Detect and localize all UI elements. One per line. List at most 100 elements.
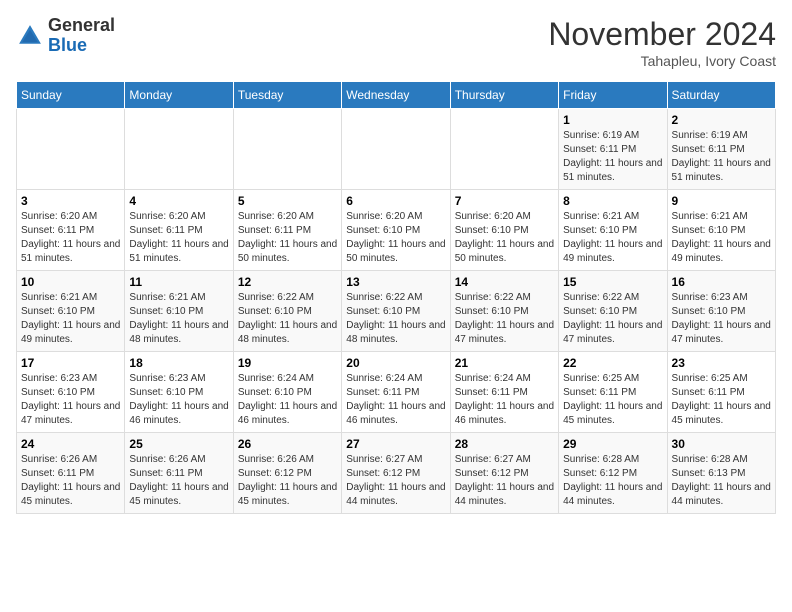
day-number: 1 bbox=[563, 113, 662, 127]
day-info: Sunrise: 6:19 AM Sunset: 6:11 PM Dayligh… bbox=[672, 129, 771, 185]
calendar-cell: 18Sunrise: 6:23 AM Sunset: 6:10 PM Dayli… bbox=[125, 352, 233, 433]
logo-blue-text: Blue bbox=[48, 35, 87, 55]
day-number: 11 bbox=[129, 275, 228, 289]
calendar-header-row: SundayMondayTuesdayWednesdayThursdayFrid… bbox=[17, 82, 776, 109]
day-number: 21 bbox=[455, 356, 554, 370]
day-info: Sunrise: 6:28 AM Sunset: 6:13 PM Dayligh… bbox=[672, 453, 771, 509]
day-number: 27 bbox=[346, 437, 445, 451]
col-header-tuesday: Tuesday bbox=[233, 82, 341, 109]
day-number: 24 bbox=[21, 437, 120, 451]
calendar-cell: 14 Sunrise: 6:22 AM Sunset: 6:10 PM Dayli… bbox=[450, 271, 558, 352]
day-info: Sunrise: 6:20 AM Sunset: 6:11 PM Dayligh… bbox=[238, 210, 337, 266]
calendar-cell: 15 Sunrise: 6:22 AM Sunset: 6:10 PM Dayli… bbox=[559, 271, 667, 352]
calendar-week-row: 17Sunrise: 6:23 AM Sunset: 6:10 PM Dayli… bbox=[17, 352, 776, 433]
col-header-saturday: Saturday bbox=[667, 82, 775, 109]
calendar-cell: 10 Sunrise: 6:21 AM Sunset: 6:10 PM Dayli… bbox=[17, 271, 125, 352]
day-info: Sunrise: 6:24 AM Sunset: 6:11 PM Dayligh… bbox=[346, 372, 445, 428]
calendar-cell: 26 Sunrise: 6:26 AM Sunset: 6:12 PM Dayli… bbox=[233, 433, 341, 514]
day-info: Sunrise: 6:21 AM Sunset: 6:10 PM Dayligh… bbox=[129, 291, 228, 347]
calendar-cell: 4Sunrise: 6:20 AM Sunset: 6:11 PM Daylig… bbox=[125, 190, 233, 271]
day-info: Sunrise: 6:21 AM Sunset: 6:10 PM Dayligh… bbox=[21, 291, 120, 347]
calendar-table: SundayMondayTuesdayWednesdayThursdayFrid… bbox=[16, 81, 776, 514]
calendar-cell: 2 Sunrise: 6:19 AM Sunset: 6:11 PM Daylig… bbox=[667, 109, 775, 190]
day-info: Sunrise: 6:25 AM Sunset: 6:11 PM Dayligh… bbox=[672, 372, 771, 428]
calendar-cell bbox=[125, 109, 233, 190]
calendar-cell: 27 Sunrise: 6:27 AM Sunset: 6:12 PM Dayli… bbox=[342, 433, 450, 514]
calendar-week-row: 3 Sunrise: 6:20 AM Sunset: 6:11 PM Daylig… bbox=[17, 190, 776, 271]
day-info: Sunrise: 6:24 AM Sunset: 6:10 PM Dayligh… bbox=[238, 372, 337, 428]
calendar-cell bbox=[450, 109, 558, 190]
calendar-cell: 11 Sunrise: 6:21 AM Sunset: 6:10 PM Dayli… bbox=[125, 271, 233, 352]
calendar-cell: 19Sunrise: 6:24 AM Sunset: 6:10 PM Dayli… bbox=[233, 352, 341, 433]
calendar-cell: 16Sunrise: 6:23 AM Sunset: 6:10 PM Dayli… bbox=[667, 271, 775, 352]
calendar-week-row: 1 Sunrise: 6:19 AM Sunset: 6:11 PM Daylig… bbox=[17, 109, 776, 190]
day-info: Sunrise: 6:27 AM Sunset: 6:12 PM Dayligh… bbox=[455, 453, 554, 509]
day-info: Sunrise: 6:22 AM Sunset: 6:10 PM Dayligh… bbox=[563, 291, 662, 347]
day-number: 4 bbox=[129, 194, 228, 208]
day-number: 9 bbox=[672, 194, 771, 208]
day-number: 23 bbox=[672, 356, 771, 370]
day-number: 8 bbox=[563, 194, 662, 208]
day-number: 28 bbox=[455, 437, 554, 451]
day-info: Sunrise: 6:19 AM Sunset: 6:11 PM Dayligh… bbox=[563, 129, 662, 185]
col-header-wednesday: Wednesday bbox=[342, 82, 450, 109]
day-info: Sunrise: 6:28 AM Sunset: 6:12 PM Dayligh… bbox=[563, 453, 662, 509]
calendar-cell: 5 Sunrise: 6:20 AM Sunset: 6:11 PM Daylig… bbox=[233, 190, 341, 271]
day-number: 14 bbox=[455, 275, 554, 289]
day-info: Sunrise: 6:26 AM Sunset: 6:12 PM Dayligh… bbox=[238, 453, 337, 509]
calendar-cell: 8 Sunrise: 6:21 AM Sunset: 6:10 PM Daylig… bbox=[559, 190, 667, 271]
calendar-week-row: 10 Sunrise: 6:21 AM Sunset: 6:10 PM Dayli… bbox=[17, 271, 776, 352]
logo-general-text: General bbox=[48, 15, 115, 35]
calendar-cell: 23 Sunrise: 6:25 AM Sunset: 6:11 PM Dayli… bbox=[667, 352, 775, 433]
day-info: Sunrise: 6:20 AM Sunset: 6:10 PM Dayligh… bbox=[346, 210, 445, 266]
calendar-week-row: 24 Sunrise: 6:26 AM Sunset: 6:11 PM Dayli… bbox=[17, 433, 776, 514]
col-header-sunday: Sunday bbox=[17, 82, 125, 109]
calendar-cell bbox=[342, 109, 450, 190]
calendar-cell: 13 Sunrise: 6:22 AM Sunset: 6:10 PM Dayli… bbox=[342, 271, 450, 352]
day-number: 15 bbox=[563, 275, 662, 289]
day-number: 20 bbox=[346, 356, 445, 370]
calendar-cell: 1 Sunrise: 6:19 AM Sunset: 6:11 PM Daylig… bbox=[559, 109, 667, 190]
day-number: 2 bbox=[672, 113, 771, 127]
day-info: Sunrise: 6:20 AM Sunset: 6:10 PM Dayligh… bbox=[455, 210, 554, 266]
day-info: Sunrise: 6:26 AM Sunset: 6:11 PM Dayligh… bbox=[129, 453, 228, 509]
calendar-cell: 30 Sunrise: 6:28 AM Sunset: 6:13 PM Dayli… bbox=[667, 433, 775, 514]
day-info: Sunrise: 6:22 AM Sunset: 6:10 PM Dayligh… bbox=[346, 291, 445, 347]
calendar-cell: 7 Sunrise: 6:20 AM Sunset: 6:10 PM Daylig… bbox=[450, 190, 558, 271]
calendar-cell: 24 Sunrise: 6:26 AM Sunset: 6:11 PM Dayli… bbox=[17, 433, 125, 514]
title-area: November 2024 Tahapleu, Ivory Coast bbox=[548, 16, 776, 69]
day-number: 25 bbox=[129, 437, 228, 451]
calendar-cell: 9 Sunrise: 6:21 AM Sunset: 6:10 PM Daylig… bbox=[667, 190, 775, 271]
day-info: Sunrise: 6:24 AM Sunset: 6:11 PM Dayligh… bbox=[455, 372, 554, 428]
calendar-cell: 22Sunrise: 6:25 AM Sunset: 6:11 PM Dayli… bbox=[559, 352, 667, 433]
day-info: Sunrise: 6:22 AM Sunset: 6:10 PM Dayligh… bbox=[455, 291, 554, 347]
day-number: 5 bbox=[238, 194, 337, 208]
calendar-cell: 21 Sunrise: 6:24 AM Sunset: 6:11 PM Dayli… bbox=[450, 352, 558, 433]
logo: General Blue bbox=[16, 16, 115, 56]
day-number: 3 bbox=[21, 194, 120, 208]
day-info: Sunrise: 6:23 AM Sunset: 6:10 PM Dayligh… bbox=[672, 291, 771, 347]
day-info: Sunrise: 6:23 AM Sunset: 6:10 PM Dayligh… bbox=[129, 372, 228, 428]
day-info: Sunrise: 6:26 AM Sunset: 6:11 PM Dayligh… bbox=[21, 453, 120, 509]
day-number: 30 bbox=[672, 437, 771, 451]
calendar-cell: 12Sunrise: 6:22 AM Sunset: 6:10 PM Dayli… bbox=[233, 271, 341, 352]
calendar-cell: 28 Sunrise: 6:27 AM Sunset: 6:12 PM Dayli… bbox=[450, 433, 558, 514]
day-number: 13 bbox=[346, 275, 445, 289]
day-number: 26 bbox=[238, 437, 337, 451]
day-info: Sunrise: 6:22 AM Sunset: 6:10 PM Dayligh… bbox=[238, 291, 337, 347]
month-title: November 2024 bbox=[548, 16, 776, 53]
day-number: 29 bbox=[563, 437, 662, 451]
day-info: Sunrise: 6:21 AM Sunset: 6:10 PM Dayligh… bbox=[672, 210, 771, 266]
calendar-cell: 3 Sunrise: 6:20 AM Sunset: 6:11 PM Daylig… bbox=[17, 190, 125, 271]
day-info: Sunrise: 6:21 AM Sunset: 6:10 PM Dayligh… bbox=[563, 210, 662, 266]
day-number: 7 bbox=[455, 194, 554, 208]
calendar-cell: 20 Sunrise: 6:24 AM Sunset: 6:11 PM Dayli… bbox=[342, 352, 450, 433]
calendar-cell: 6Sunrise: 6:20 AM Sunset: 6:10 PM Daylig… bbox=[342, 190, 450, 271]
day-number: 22 bbox=[563, 356, 662, 370]
col-header-friday: Friday bbox=[559, 82, 667, 109]
day-info: Sunrise: 6:23 AM Sunset: 6:10 PM Dayligh… bbox=[21, 372, 120, 428]
calendar-cell bbox=[17, 109, 125, 190]
day-info: Sunrise: 6:20 AM Sunset: 6:11 PM Dayligh… bbox=[21, 210, 120, 266]
day-number: 10 bbox=[21, 275, 120, 289]
day-info: Sunrise: 6:27 AM Sunset: 6:12 PM Dayligh… bbox=[346, 453, 445, 509]
